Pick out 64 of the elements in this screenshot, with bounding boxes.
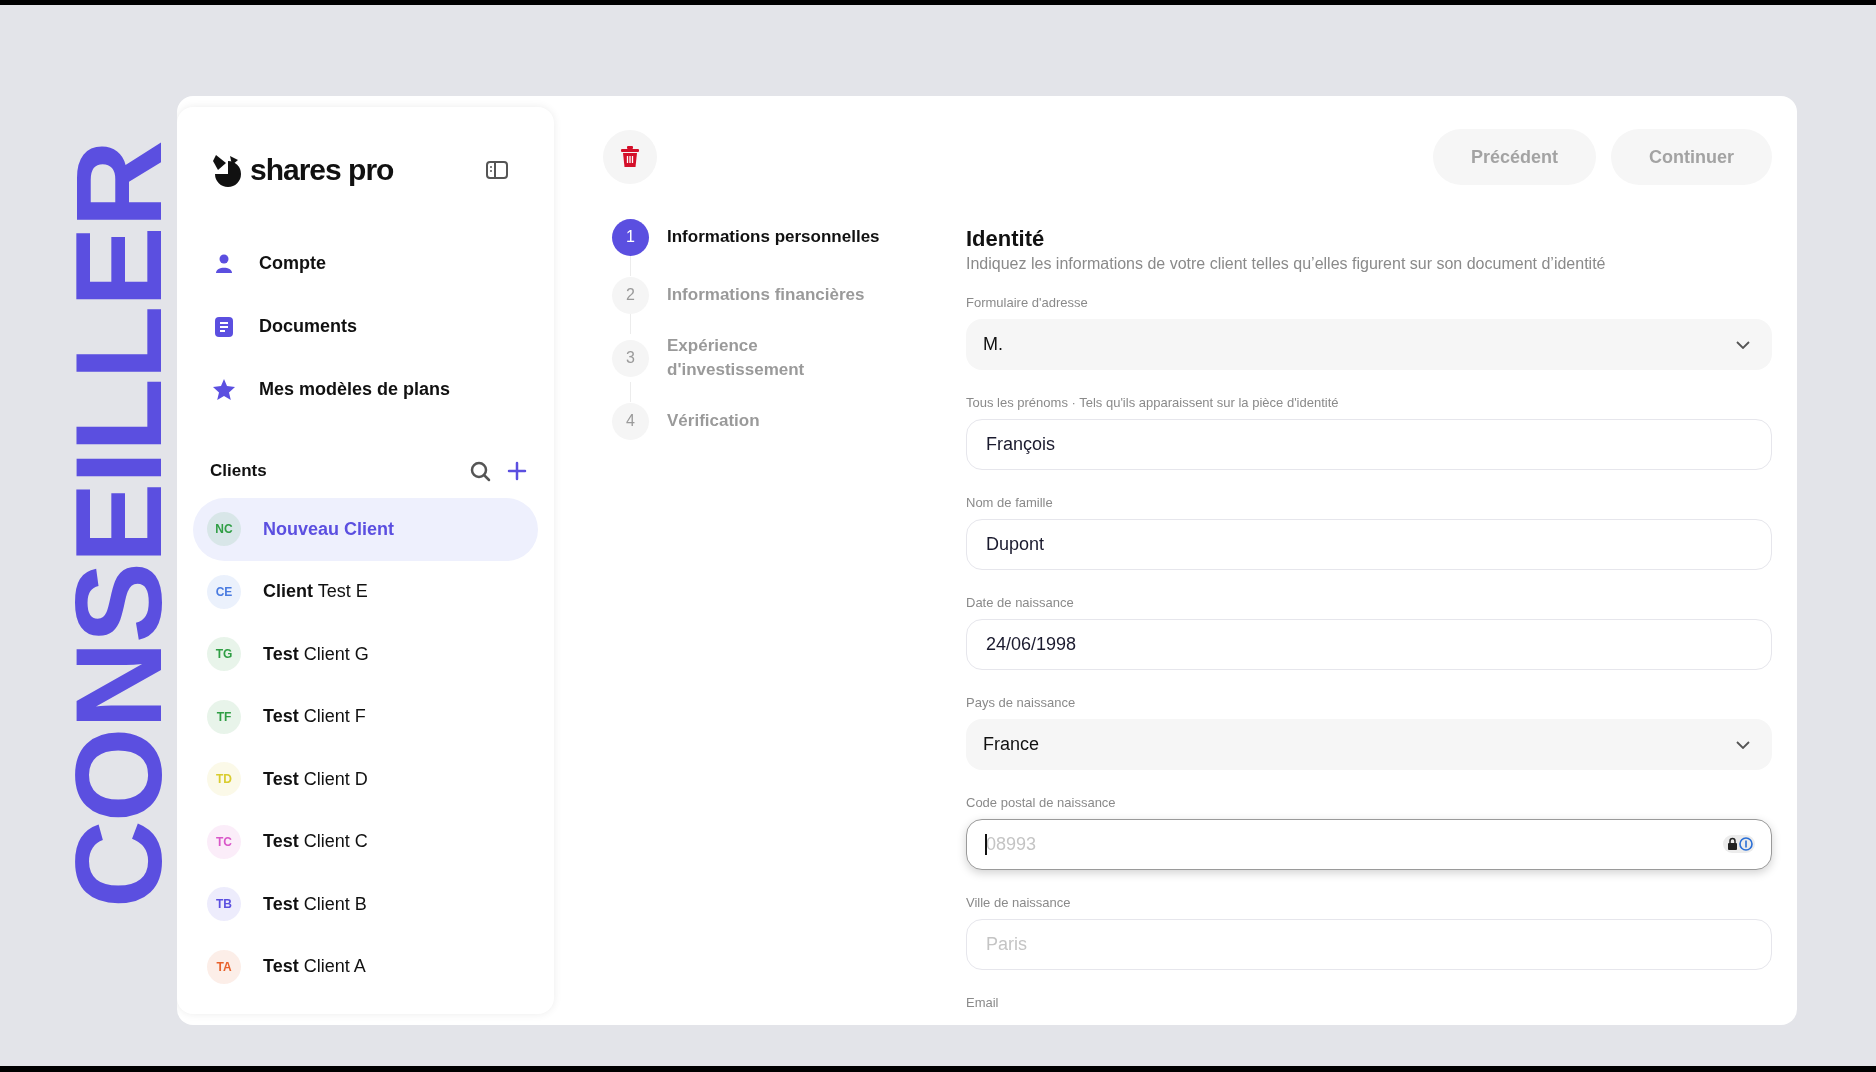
avatar: TA [207,949,241,984]
nav-item[interactable]: Compte [212,232,519,295]
step-number: 3 [612,339,649,377]
field-label: Ville de naissance [966,894,1072,912]
input-field[interactable]: 08993 [966,819,1772,870]
client-item[interactable]: NC Nouveau Client [193,498,538,561]
field-label: Code postal de naissance [966,794,1117,812]
client-item[interactable]: TC Test Client C [193,810,538,873]
document-icon [215,316,233,337]
client-name: Test Client F [263,705,366,729]
avatar: CE [207,574,241,609]
field-label: Date de naissance [966,594,1075,612]
avatar: TD [207,762,241,797]
field-label: Tous les prénoms · Tels qu'ils apparaissent sur la pièce d'identité [966,394,1340,412]
section-subtitle: Indiquez les informations de votre client telles qu’elles figurent sur son document d’identité [966,254,1607,274]
client-name: Test Client A [263,955,366,979]
client-name: Test Client B [263,892,367,916]
client-name: Test Client G [263,642,369,666]
client-item[interactable]: CE Client Test E [193,560,538,623]
client-name: Test Client D [263,767,368,791]
sidebar-toggle-icon[interactable] [486,160,508,179]
field-label: Pays de naissance [966,694,1077,712]
step-number: 4 [612,402,649,440]
client-name: Nouveau Client [263,517,395,541]
client-item[interactable]: TG Test Client G [193,623,538,686]
nav-item[interactable]: Mes modèles de plans [212,358,519,421]
avatar: TB [207,887,241,922]
search-icon[interactable] [470,460,491,482]
client-item[interactable]: TB Test Client B [193,873,538,936]
logo-icon [212,152,244,187]
step-number: 2 [612,276,649,314]
avatar: TF [207,699,241,734]
logo-text: shares pro [250,152,394,188]
select-value: M. [983,333,1003,356]
trash-icon [620,146,640,168]
step-label[interactable]: Informations personnelles [667,225,880,249]
select-field[interactable]: France [966,719,1772,770]
select-value: France [983,733,1040,756]
star-icon [213,379,235,400]
client-item[interactable]: TA Test Client A [193,935,538,987]
input-field[interactable]: Dupont [966,519,1772,570]
field-label: Formulaire d'adresse [966,294,1089,312]
chevron-down-icon [1736,340,1750,349]
select-field[interactable]: M. [966,319,1772,370]
input-field[interactable]: 24/06/1998 [966,619,1772,670]
chevron-down-icon [1736,740,1750,749]
client-item[interactable]: TD Test Client D [193,748,538,811]
add-icon[interactable] [507,461,527,481]
avatar: NC [207,512,241,547]
input-field[interactable]: François [966,419,1772,470]
field-label: Nom de famille [966,494,1054,512]
client-name: Client Test E [263,580,368,604]
person-icon [215,253,233,274]
nav-item[interactable]: Documents [212,295,519,358]
text-caret [985,834,987,855]
step-number: 1 [612,218,649,256]
clients-heading: Clients [210,460,267,483]
avatar: TG [207,637,241,672]
side-label: CONSEILLER [69,142,169,909]
field-label: Email [966,994,1000,1012]
avatar: TC [207,824,241,859]
client-item[interactable]: TF Test Client F [193,685,538,748]
client-name: Test Client C [263,830,368,854]
section-title: Identité [966,226,1046,252]
